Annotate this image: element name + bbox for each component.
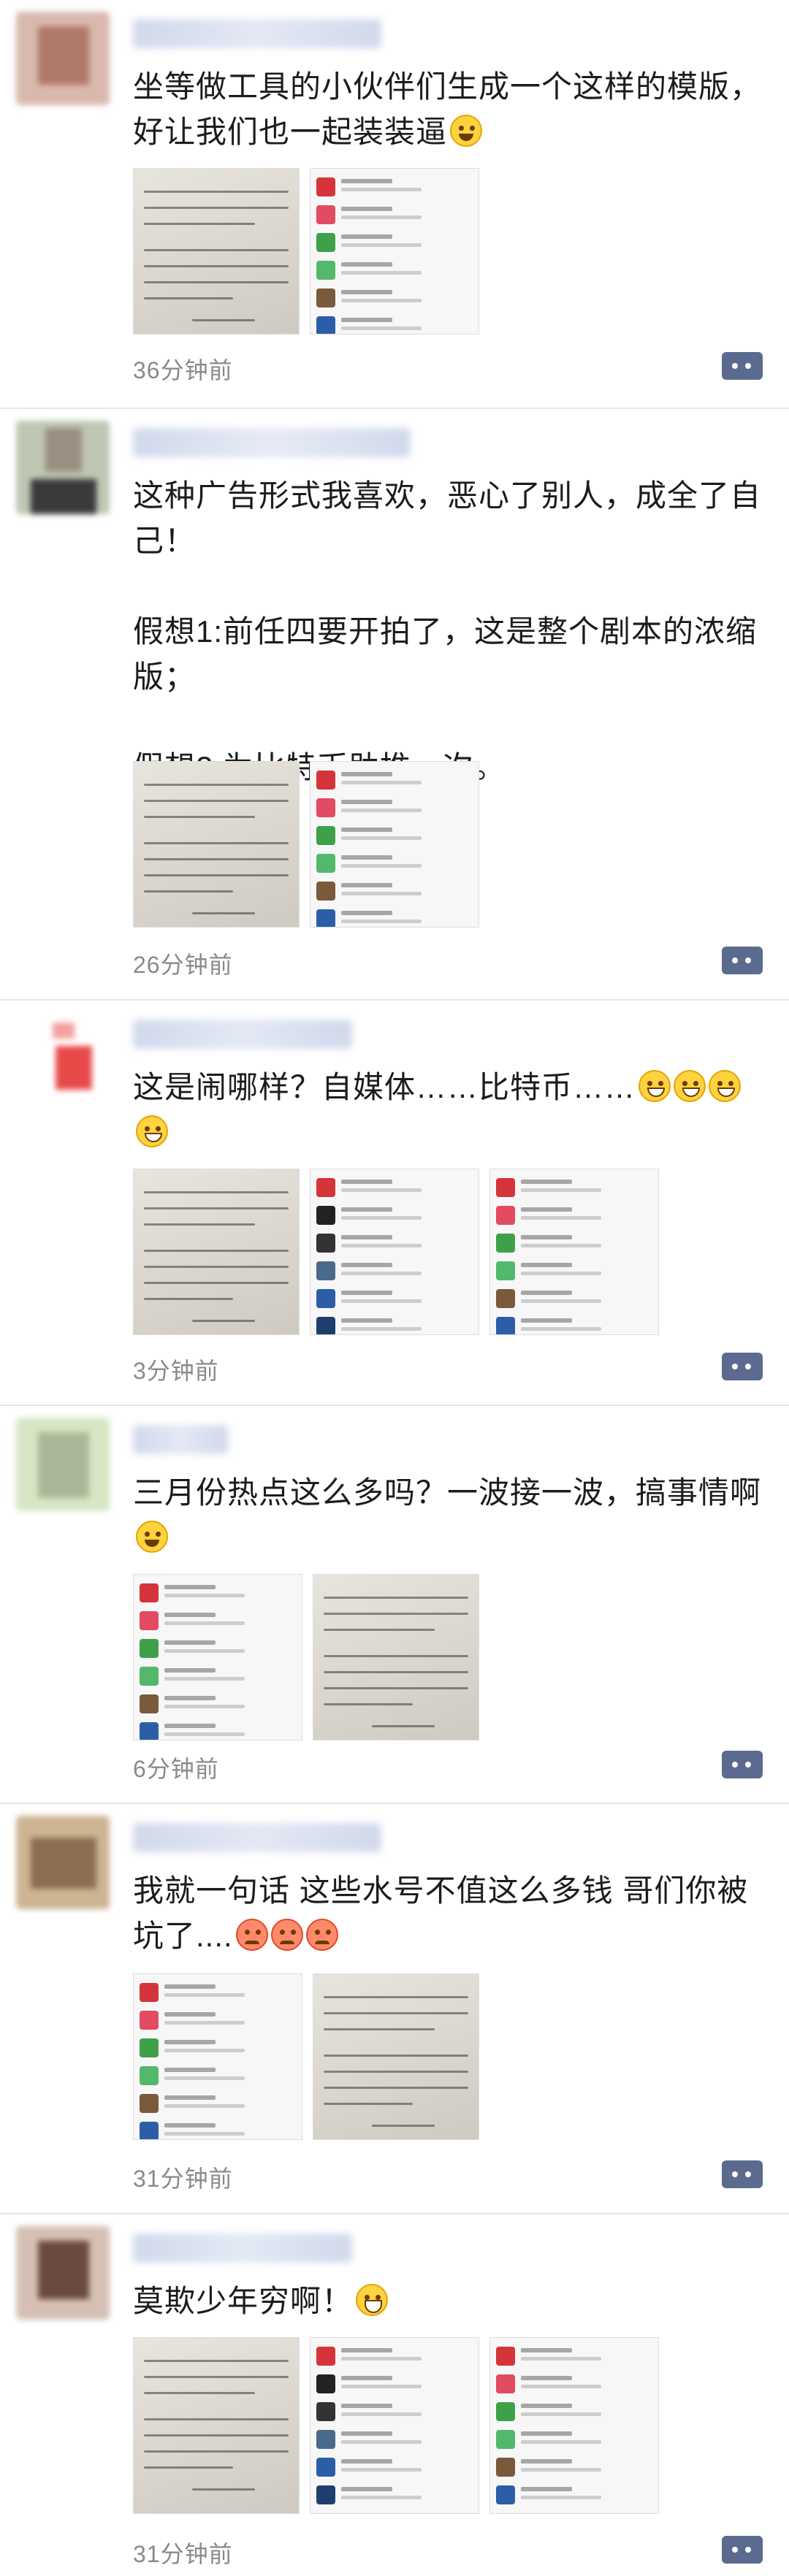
comment-more-icon[interactable] xyxy=(722,1353,763,1380)
angry-emoji-icon xyxy=(270,1919,303,1951)
account-list-thumbnail[interactable] xyxy=(310,2337,479,2514)
handwritten-letter-thumbnail[interactable] xyxy=(133,761,300,928)
comment-time: 26分钟前 xyxy=(133,952,233,978)
username[interactable] xyxy=(133,1823,381,1852)
comment-time: 36分钟前 xyxy=(133,357,233,383)
comment-more-icon[interactable] xyxy=(722,352,763,380)
comment-post: 这种广告形式我喜欢，恶心了别人，成全了自己！ 假想1:前任四要开拍了，这是整个剧… xyxy=(0,409,789,1001)
account-list-thumbnail[interactable] xyxy=(310,168,479,335)
username[interactable] xyxy=(133,19,381,48)
comment-time: 6分钟前 xyxy=(133,1756,219,1782)
comment-more-icon[interactable] xyxy=(722,2536,763,2564)
avatar[interactable] xyxy=(16,1816,110,1909)
handwritten-letter-thumbnail[interactable] xyxy=(313,1973,479,2140)
image-thumbnails xyxy=(133,1574,479,1740)
grin-emoji-icon xyxy=(136,1115,168,1147)
angry-emoji-icon xyxy=(305,1919,338,1951)
comment-more-icon[interactable] xyxy=(722,2160,763,2188)
comment-more-icon[interactable] xyxy=(722,1751,763,1778)
comment-text: 坐等做工具的小伙伴们生成一个这样的模版，好让我们也一起装装逼 xyxy=(133,64,763,155)
handwritten-letter-thumbnail[interactable] xyxy=(133,168,300,335)
avatar[interactable] xyxy=(16,12,110,105)
account-list-thumbnail[interactable] xyxy=(133,1574,302,1740)
smile-emoji-icon xyxy=(450,115,483,147)
comment-text-content: 我就一句话 这些水号不值这么多钱 哥们你被坑了.... xyxy=(133,1873,749,1953)
comment-text-content: 坐等做工具的小伙伴们生成一个这样的模版，好让我们也一起装装逼 xyxy=(133,69,762,149)
handwritten-letter-thumbnail[interactable] xyxy=(313,1574,479,1740)
comment-time: 31分钟前 xyxy=(133,2166,233,2192)
comment-time: 31分钟前 xyxy=(133,2541,233,2567)
angry-emoji-icon xyxy=(235,1919,268,1951)
grin-emoji-icon xyxy=(709,1070,742,1102)
account-list-thumbnail[interactable] xyxy=(489,1169,659,1335)
image-thumbnails xyxy=(133,168,479,335)
image-thumbnails xyxy=(133,1973,479,2140)
grin-emoji-icon xyxy=(639,1070,671,1102)
comment-post: 莫欺少年穷啊！ 31分钟前 xyxy=(0,2214,789,2576)
laugh-cry-emoji-icon xyxy=(356,2284,389,2316)
username[interactable] xyxy=(133,1020,352,1049)
comment-text: 这种广告形式我喜欢，恶心了别人，成全了自己！ 假想1:前任四要开拍了，这是整个剧… xyxy=(133,473,763,790)
comment-text: 三月份热点这么多吗？一波接一波，搞事情啊 xyxy=(133,1470,763,1561)
avatar[interactable] xyxy=(16,1012,110,1106)
comment-text-content: 莫欺少年穷啊！ xyxy=(133,2284,354,2318)
comment-text-content: 这种广告形式我喜欢，恶心了别人，成全了自己！ 假想1:前任四要开拍了，这是整个剧… xyxy=(133,478,762,784)
comment-text: 我就一句话 这些水号不值这么多钱 哥们你被坑了.... xyxy=(133,1868,763,1959)
comment-post: 这是闹哪样？自媒体……比特币…… 3分钟前 xyxy=(0,1001,789,1406)
account-list-thumbnail[interactable] xyxy=(133,1973,302,2140)
account-list-thumbnail[interactable] xyxy=(310,1169,479,1335)
image-thumbnails xyxy=(133,2337,659,2514)
comment-post: 我就一句话 这些水号不值这么多钱 哥们你被坑了.... 31分钟前 xyxy=(0,1804,789,2214)
image-thumbnails xyxy=(133,1169,659,1335)
comment-more-icon[interactable] xyxy=(722,947,763,974)
avatar[interactable] xyxy=(16,1418,110,1511)
username[interactable] xyxy=(133,2233,352,2263)
username[interactable] xyxy=(133,428,411,457)
comment-text: 莫欺少年穷啊！ xyxy=(133,2279,763,2324)
account-list-thumbnail[interactable] xyxy=(310,761,479,928)
username[interactable] xyxy=(133,1425,228,1454)
account-list-thumbnail[interactable] xyxy=(489,2337,659,2514)
comment-post: 坐等做工具的小伙伴们生成一个这样的模版，好让我们也一起装装逼 36分钟前 xyxy=(0,0,789,409)
grin-emoji-icon xyxy=(674,1070,706,1102)
avatar[interactable] xyxy=(16,2226,110,2320)
comment-text-content: 三月份热点这么多吗？一波接一波，搞事情啊 xyxy=(133,1475,762,1510)
handwritten-letter-thumbnail[interactable] xyxy=(133,1169,300,1335)
comment-text: 这是闹哪样？自媒体……比特币…… xyxy=(133,1065,763,1155)
avatar[interactable] xyxy=(16,421,110,514)
comment-text-content: 这是闹哪样？自媒体……比特币…… xyxy=(133,1070,636,1104)
comment-time: 3分钟前 xyxy=(133,1358,219,1384)
handwritten-letter-thumbnail[interactable] xyxy=(133,2337,300,2514)
smile-emoji-icon xyxy=(136,1521,168,1553)
comment-post: 三月份热点这么多吗？一波接一波，搞事情啊 6分钟前 xyxy=(0,1406,789,1804)
image-thumbnails xyxy=(133,761,479,928)
